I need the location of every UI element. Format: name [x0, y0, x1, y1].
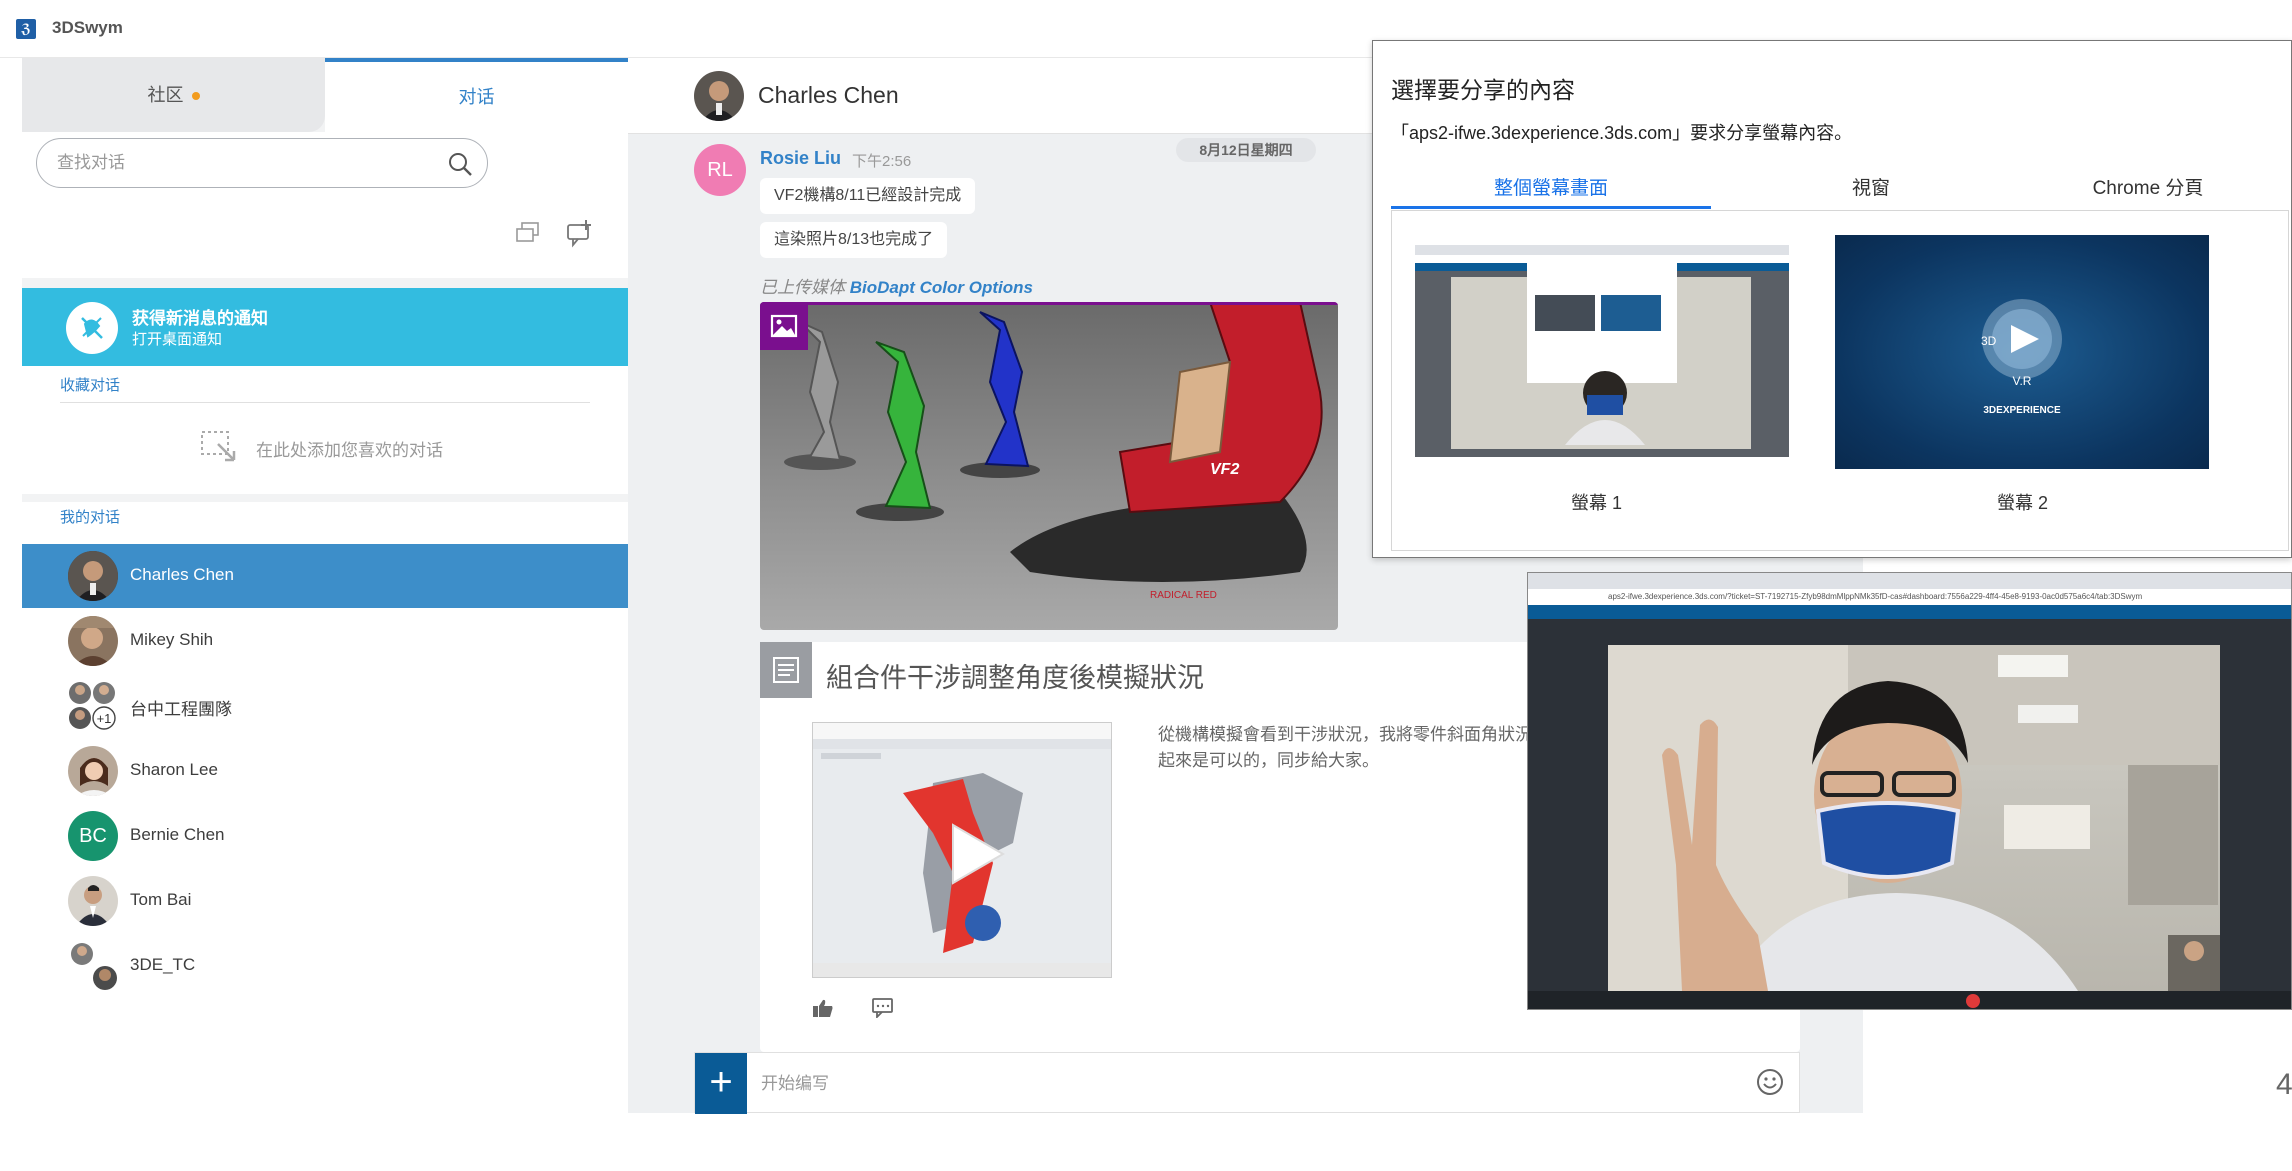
avatar — [68, 876, 118, 926]
upload-note: 已上传媒体 BioDapt Color Options — [760, 273, 1033, 298]
my-conversations-section: 我的对话 Charles Chen Mikey Shih +1 台中工程團隊 S… — [22, 502, 628, 1171]
upload-media-link[interactable]: BioDapt Color Options — [850, 278, 1033, 297]
message-time: 下午2:56 — [852, 153, 912, 170]
new-window-icon[interactable] — [514, 220, 542, 246]
svg-text:3D: 3D — [1981, 334, 1997, 348]
tab-window[interactable]: 視窗 — [1711, 173, 2031, 209]
screen-2-label: 螢幕 2 — [1997, 493, 2049, 513]
sidebar: 社区 对话 获得新消息的通知 打开桌面通知 收藏对话 在此处添加您喜欢的对话 我… — [22, 58, 628, 1171]
emoji-icon[interactable] — [1755, 1067, 1785, 1097]
conversation-mikey-shih[interactable]: Mikey Shih — [22, 609, 628, 673]
message-bubble: VF2機構8/11已經設計完成 — [760, 178, 976, 214]
search-input[interactable] — [57, 151, 437, 175]
avatar — [68, 746, 118, 796]
tab-entire-screen[interactable]: 整個螢幕畫面 — [1391, 173, 1711, 209]
model-label: VF2 — [1210, 461, 1239, 478]
favorites-empty-text: 在此处添加您喜欢的对话 — [256, 441, 443, 460]
favorites-title: 收藏对话 — [60, 377, 121, 394]
uploaded-image[interactable]: VF2 RADICAL RED — [760, 302, 1338, 630]
page-number: 4 — [2276, 1068, 2292, 1101]
upload-prefix: 已上传媒体 — [760, 278, 845, 297]
image-top-border — [760, 302, 1338, 305]
my-conversations-title: 我的对话 — [60, 509, 121, 526]
drag-drop-icon — [201, 431, 236, 462]
dialog-title: 選擇要分享的內容 — [1391, 77, 1575, 103]
variant-label: RADICAL RED — [1150, 590, 1217, 601]
app-name: 3DSwym — [52, 18, 123, 37]
screen-1-thumbnail[interactable] — [1415, 245, 1789, 457]
conversation-name: Charles Chen — [130, 565, 234, 584]
message-composer: + — [694, 1052, 1800, 1114]
tab-community-label: 社区 — [147, 85, 184, 105]
message-sender[interactable]: Rosie Liu — [760, 148, 841, 169]
comment-icon[interactable] — [872, 998, 894, 1018]
post-text: 從機構模擬會看到干涉狀況，我將零件斜面角狀況看起來是可以的，同步給大家。 — [1158, 725, 1549, 770]
message-input[interactable] — [761, 1071, 1661, 1097]
conversation-name: Tom Bai — [130, 890, 192, 909]
image-type-icon — [760, 302, 808, 350]
play-icon[interactable] — [939, 819, 1009, 889]
app-bar — [1528, 605, 2291, 619]
notification-title: 获得新消息的通知 — [132, 309, 268, 328]
conversation-name: Mikey Shih — [130, 630, 214, 649]
avatar[interactable] — [694, 71, 744, 121]
message-bubble: 這染照片8/13也完成了 — [760, 222, 948, 258]
conversation-charles-chen[interactable]: Charles Chen — [22, 544, 628, 608]
date-separator: 8月12日星期四 — [1176, 138, 1316, 162]
avatar — [68, 616, 118, 666]
app-logo-icon: ℨ — [16, 19, 36, 39]
conversation-bernie-chen[interactable]: BC Bernie Chen — [22, 804, 628, 868]
favorites-section: 收藏对话 在此处添加您喜欢的对话 — [22, 366, 628, 494]
conversation-name: Bernie Chen — [130, 825, 225, 844]
post-icon — [760, 642, 812, 698]
group-avatar — [68, 941, 118, 991]
avatar — [68, 551, 118, 601]
new-conversation-icon[interactable] — [564, 220, 594, 248]
browser-tab-bar — [1528, 573, 2291, 589]
group-avatar: +1 — [68, 681, 118, 731]
prosthetic-legs-render: VF2 RADICAL RED — [784, 302, 1323, 601]
brand-text: 3DEXPERIENCE — [1983, 405, 2061, 416]
notification-bell-icon — [66, 302, 118, 354]
notification-dot-icon — [191, 92, 200, 101]
hang-up-icon[interactable] — [1966, 994, 1980, 1008]
conversation-name: 3DE_TC — [130, 955, 196, 974]
desktop-notification-banner[interactable]: 获得新消息的通知 打开桌面通知 — [22, 288, 628, 366]
chat-title: Charles Chen — [758, 82, 899, 108]
screen-2-thumbnail[interactable]: 3D V.R 3DEXPERIENCE — [1835, 235, 2209, 469]
conversation-sharon-lee[interactable]: Sharon Lee — [22, 739, 628, 803]
search-icon[interactable] — [447, 151, 473, 177]
conversation-name: Sharon Lee — [130, 760, 218, 779]
conversation-name: 台中工程團隊 — [130, 700, 232, 719]
avatar-initials: BC — [68, 811, 118, 861]
conversation-3de-tc[interactable]: 3DE_TC — [22, 934, 628, 998]
screen-1-label: 螢幕 1 — [1571, 493, 1623, 513]
conversation-tom-bai[interactable]: Tom Bai — [22, 869, 628, 933]
avatar-initials[interactable]: RL — [694, 144, 746, 196]
tab-community[interactable]: 社区 — [22, 58, 325, 132]
conversation-taichung-team[interactable]: +1 台中工程團隊 — [22, 674, 628, 738]
video-call-window: aps2-ifwe.3dexperience.3ds.com/?ticket=S… — [1527, 572, 2292, 1010]
share-screen-dialog: 選擇要分享的內容 「aps2-ifwe.3dexperience.3ds.com… — [1372, 40, 2292, 558]
call-controls — [1528, 991, 2291, 1009]
vr-logo-text: V.R — [2013, 374, 2032, 388]
like-icon[interactable] — [812, 998, 834, 1018]
tab-conversations-label: 对话 — [458, 87, 495, 107]
post-video[interactable] — [812, 722, 1112, 978]
tab-conversations[interactable]: 对话 — [325, 58, 628, 132]
browser-url-bar[interactable]: aps2-ifwe.3dexperience.3ds.com/?ticket=S… — [1528, 589, 2291, 605]
participant-video — [1608, 645, 2220, 991]
group-extra-count: +1 — [97, 711, 112, 726]
tab-chrome-tab[interactable]: Chrome 分頁 — [2013, 173, 2283, 209]
dialog-description: 「aps2-ifwe.3dexperience.3ds.com」要求分享螢幕內容… — [1391, 123, 1853, 143]
add-attachment-button[interactable]: + — [695, 1053, 747, 1114]
divider — [60, 402, 590, 403]
search-box[interactable] — [36, 138, 488, 188]
post-title[interactable]: 組合件干涉調整角度後模擬狀況 — [826, 656, 1204, 695]
notification-subtitle[interactable]: 打开桌面通知 — [132, 328, 222, 349]
